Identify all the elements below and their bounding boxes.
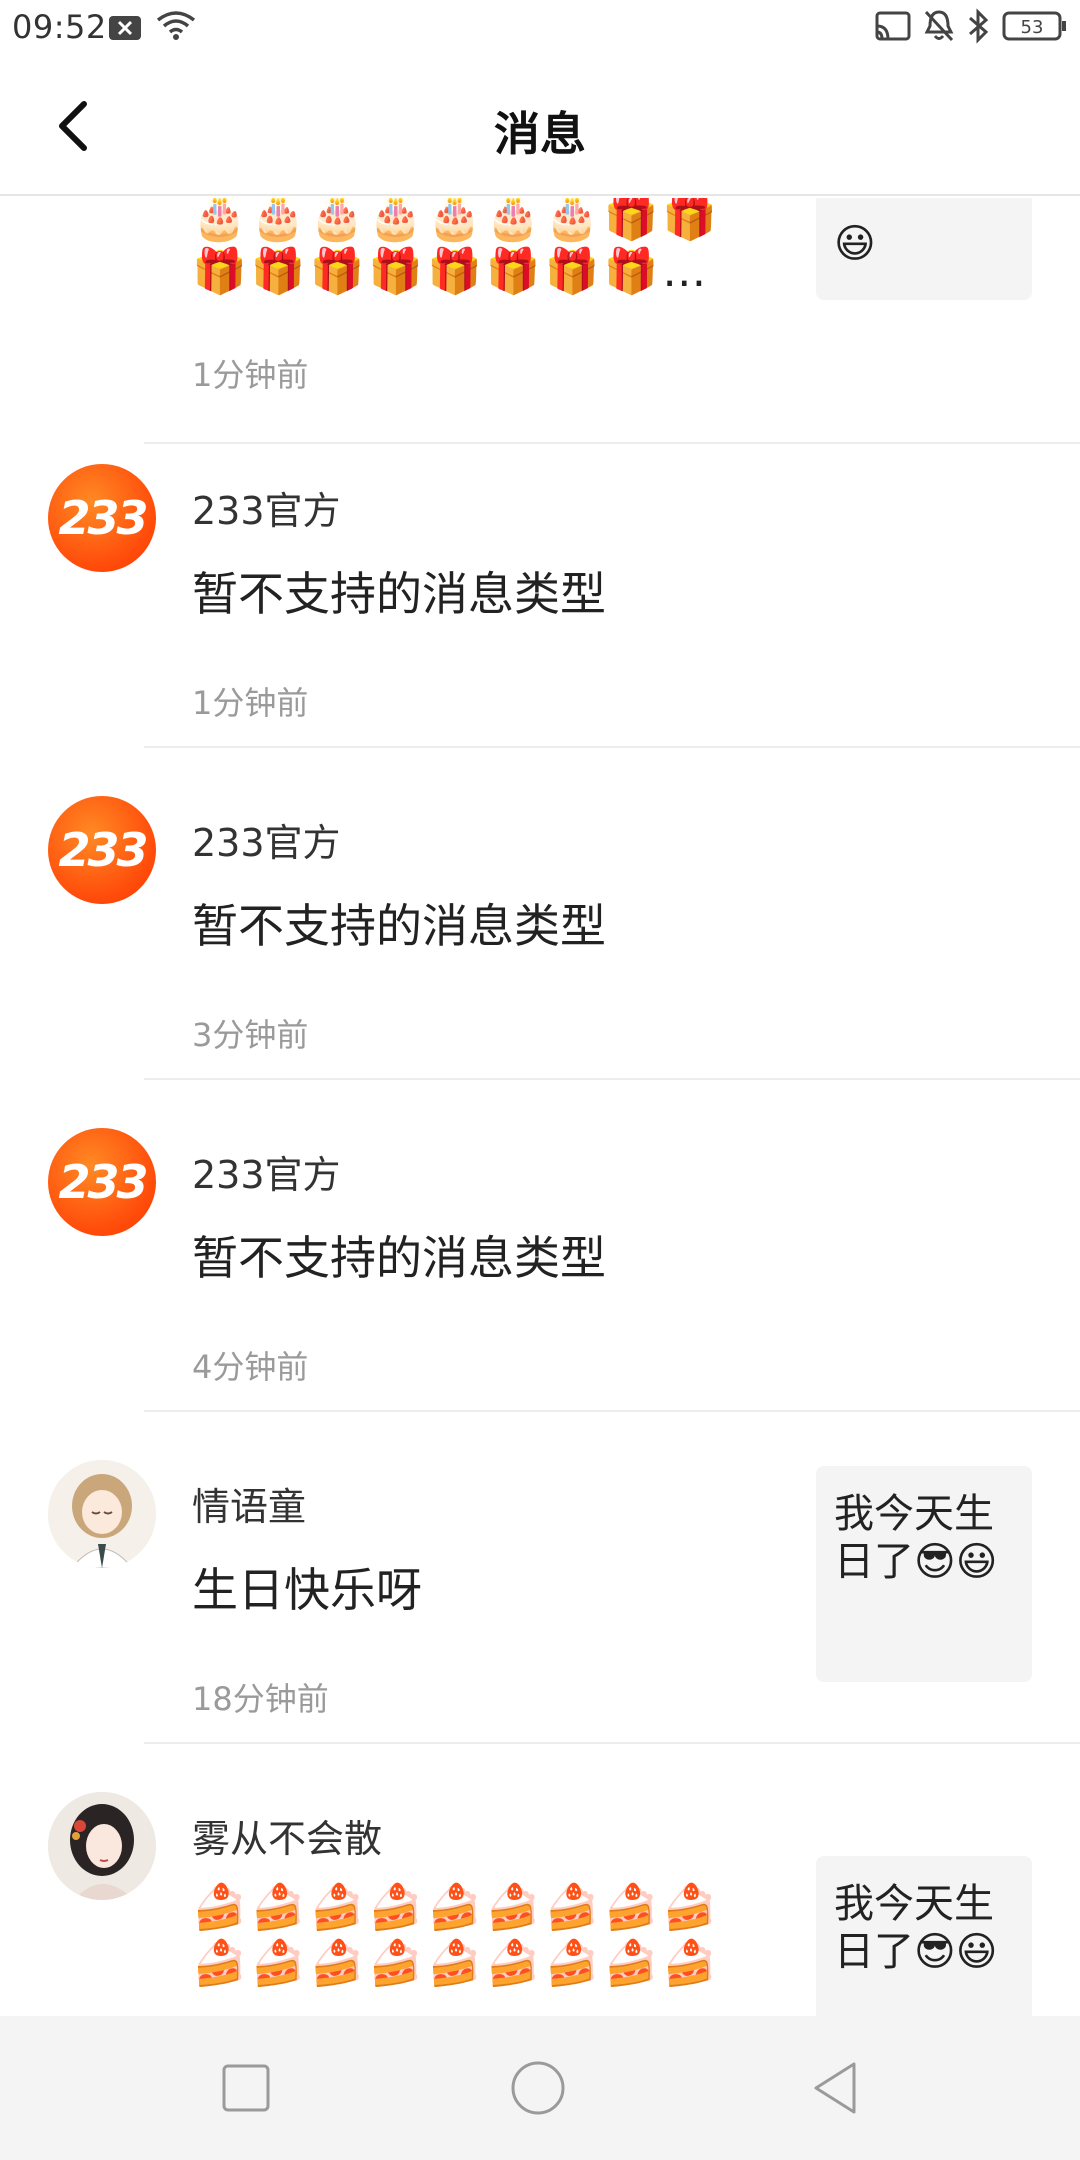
avatar-logo: 233 [58,823,148,877]
status-bar: 09:52 53 [0,0,1080,56]
message-item[interactable]: 233 233官方 暂不支持的消息类型 4分钟前 [0,1080,1080,1412]
mute-icon [922,8,956,48]
preview-text: 我今天生日了😎😃 [834,1881,998,1975]
cast-icon [874,10,912,48]
header: 消息 [0,56,1080,196]
message-item[interactable]: 情语童 生日快乐呀 18分钟前 我今天生日了😎😃 [0,1412,1080,1744]
avatar[interactable]: 233 [48,796,156,904]
message-content: 暂不支持的消息类型 [192,1231,606,1285]
message-time: 1分钟前 [192,684,309,722]
sender-name: 雾从不会散 [192,1817,383,1861]
message-content: 🍰🍰🍰🍰🍰🍰🍰🍰🍰 [192,1882,722,1933]
page-title: 消息 [494,107,586,161]
sender-name: 情语童 [192,1485,307,1529]
message-content: 🎂🎂🎂🎂🎂🎂🎂🎁🎁 [192,198,722,243]
message-item[interactable]: 雾从不会散 🍰🍰🍰🍰🍰🍰🍰🍰🍰 🍰🍰🍰🍰🍰🍰🍰🍰🍰 我今天生日了😎😃 [0,1744,1080,2016]
sender-name: 233官方 [192,1153,341,1197]
avatar-logo: 233 [58,491,148,545]
preview-text: 我今天生日了😎😃 [834,1491,998,1585]
message-list[interactable]: 🎂🎂🎂🎂🎂🎂🎂🎁🎁 🎁🎁🎁🎁🎁🎁🎁🎁… 1分钟前 😃 233 233官方 暂不支… [0,198,1080,2016]
avatar[interactable]: 233 [48,1128,156,1236]
message-time: 3分钟前 [192,1016,309,1054]
notification-x-icon [108,14,142,46]
message-time: 4分钟前 [192,1348,309,1386]
sender-name: 233官方 [192,821,341,865]
message-item[interactable]: 233 233官方 暂不支持的消息类型 1分钟前 [0,416,1080,748]
status-time: 09:52 [12,8,107,46]
message-content-line2: 🎁🎁🎁🎁🎁🎁🎁🎁… [192,246,711,297]
bluetooth-icon [966,8,990,48]
message-time: 18分钟前 [192,1680,329,1718]
battery-icon: 53 [1002,10,1068,46]
avatar[interactable]: 233 [48,464,156,572]
avatar[interactable] [48,1792,156,1900]
home-button[interactable] [510,2060,566,2116]
system-nav-bar [0,2016,1080,2160]
message-content: 生日快乐呀 [192,1563,422,1617]
message-item[interactable]: 🎂🎂🎂🎂🎂🎂🎂🎁🎁 🎁🎁🎁🎁🎁🎁🎁🎁… 1分钟前 😃 [0,198,1080,444]
message-preview: 😃 [816,198,1032,300]
triangle-back-icon [814,2062,856,2114]
avatar-logo: 233 [58,1155,148,1209]
message-content: 暂不支持的消息类型 [192,899,606,953]
message-preview: 我今天生日了😎😃 [816,1856,1032,2016]
sender-name: 233官方 [192,489,341,533]
recents-button[interactable] [218,2060,274,2116]
message-time: 1分钟前 [192,356,309,394]
message-content: 暂不支持的消息类型 [192,567,606,621]
square-icon [222,2064,270,2112]
preview-text: 😃 [834,221,876,267]
message-item[interactable]: 233 233官方 暂不支持的消息类型 3分钟前 [0,748,1080,1080]
message-content-line2: 🍰🍰🍰🍰🍰🍰🍰🍰🍰 [192,1938,722,1989]
svg-text:53: 53 [1021,17,1044,38]
message-preview: 我今天生日了😎😃 [816,1466,1032,1682]
user-avatar-icon [48,1792,156,1900]
avatar[interactable] [48,1460,156,1568]
user-avatar-icon [48,1460,156,1568]
circle-icon [511,2061,565,2115]
wifi-icon [156,10,196,46]
back-nav-button[interactable] [808,2060,864,2116]
